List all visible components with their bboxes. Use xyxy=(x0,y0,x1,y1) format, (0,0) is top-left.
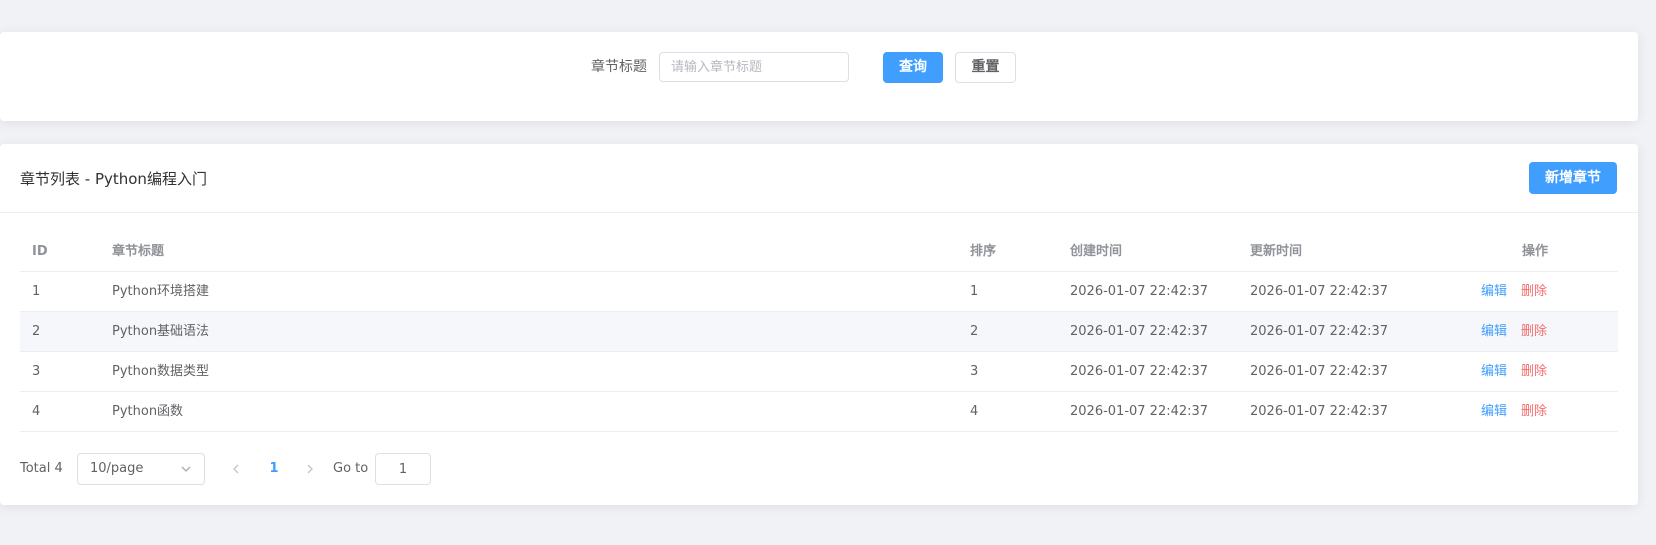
cell-sort: 2 xyxy=(970,324,979,339)
column-header-ops: 操作 xyxy=(1521,244,1548,259)
column-header-title: 章节标题 xyxy=(112,244,165,259)
cell-created: 2026-01-07 22:42:37 xyxy=(1070,364,1209,379)
cell-id: 3 xyxy=(32,364,41,379)
reset-button[interactable]: 重置 xyxy=(955,52,1016,83)
delete-button[interactable]: 删除 xyxy=(1521,364,1547,379)
table-row: 4 Python函数 4 2026-01-07 22:42:37 2026-01… xyxy=(20,392,1618,432)
chevron-left-icon[interactable] xyxy=(226,453,246,497)
cell-sort: 3 xyxy=(970,364,979,379)
pagination: Total 4 10/page 1 Go to xyxy=(20,453,620,485)
row-actions: 编辑 删除 xyxy=(1481,272,1561,311)
cell-updated: 2026-01-07 22:42:37 xyxy=(1250,324,1389,339)
delete-button[interactable]: 删除 xyxy=(1521,284,1547,299)
search-title-label: 章节标题 xyxy=(591,59,647,75)
row-actions: 编辑 删除 xyxy=(1481,312,1561,351)
cell-updated: 2026-01-07 22:42:37 xyxy=(1250,404,1389,419)
row-actions: 编辑 删除 xyxy=(1481,392,1561,431)
cell-sort: 4 xyxy=(970,404,979,419)
page-size-value: 10/page xyxy=(90,461,144,476)
cell-created: 2026-01-07 22:42:37 xyxy=(1070,404,1209,419)
delete-button[interactable]: 删除 xyxy=(1521,324,1547,339)
cell-title: Python环境搭建 xyxy=(112,284,210,299)
cell-updated: 2026-01-07 22:42:37 xyxy=(1250,284,1389,299)
chevron-right-icon[interactable] xyxy=(300,453,320,497)
table-row: 2 Python基础语法 2 2026-01-07 22:42:37 2026-… xyxy=(20,312,1618,352)
cell-sort: 1 xyxy=(970,284,979,299)
edit-button[interactable]: 编辑 xyxy=(1481,284,1507,299)
row-actions: 编辑 删除 xyxy=(1481,352,1561,391)
column-header-created: 创建时间 xyxy=(1070,244,1123,259)
query-button[interactable]: 查询 xyxy=(883,52,943,83)
table-header-row: ID 章节标题 排序 创建时间 更新时间 操作 xyxy=(20,232,1618,272)
goto-page-input[interactable] xyxy=(375,453,431,485)
chapter-table: ID 章节标题 排序 创建时间 更新时间 操作 1 Python环境搭建 1 2… xyxy=(20,232,1618,432)
cell-updated: 2026-01-07 22:42:37 xyxy=(1250,364,1389,379)
cell-id: 2 xyxy=(32,324,41,339)
cell-title: Python函数 xyxy=(112,404,184,419)
page-number-current[interactable]: 1 xyxy=(264,453,284,485)
pagination-total: Total 4 xyxy=(20,461,63,476)
column-header-id: ID xyxy=(32,244,48,259)
cell-created: 2026-01-07 22:42:37 xyxy=(1070,324,1209,339)
table-row: 1 Python环境搭建 1 2026-01-07 22:42:37 2026-… xyxy=(20,272,1618,312)
cell-created: 2026-01-07 22:42:37 xyxy=(1070,284,1209,299)
cell-title: Python数据类型 xyxy=(112,364,210,379)
delete-button[interactable]: 删除 xyxy=(1521,404,1547,419)
list-header xyxy=(0,144,1638,213)
edit-button[interactable]: 编辑 xyxy=(1481,364,1507,379)
cell-id: 4 xyxy=(32,404,41,419)
goto-label: Go to xyxy=(333,461,369,476)
list-title: 章节列表 - Python编程入门 xyxy=(20,170,207,188)
search-title-input[interactable] xyxy=(659,52,849,82)
edit-button[interactable]: 编辑 xyxy=(1481,404,1507,419)
table-row: 3 Python数据类型 3 2026-01-07 22:42:37 2026-… xyxy=(20,352,1618,392)
page-size-select[interactable]: 10/page xyxy=(77,453,205,485)
add-chapter-button[interactable]: 新增章节 xyxy=(1529,162,1617,194)
column-header-updated: 更新时间 xyxy=(1250,244,1303,259)
cell-title: Python基础语法 xyxy=(112,324,210,339)
edit-button[interactable]: 编辑 xyxy=(1481,324,1507,339)
cell-id: 1 xyxy=(32,284,41,299)
column-header-sort: 排序 xyxy=(970,244,997,259)
chevron-down-icon xyxy=(180,454,192,495)
